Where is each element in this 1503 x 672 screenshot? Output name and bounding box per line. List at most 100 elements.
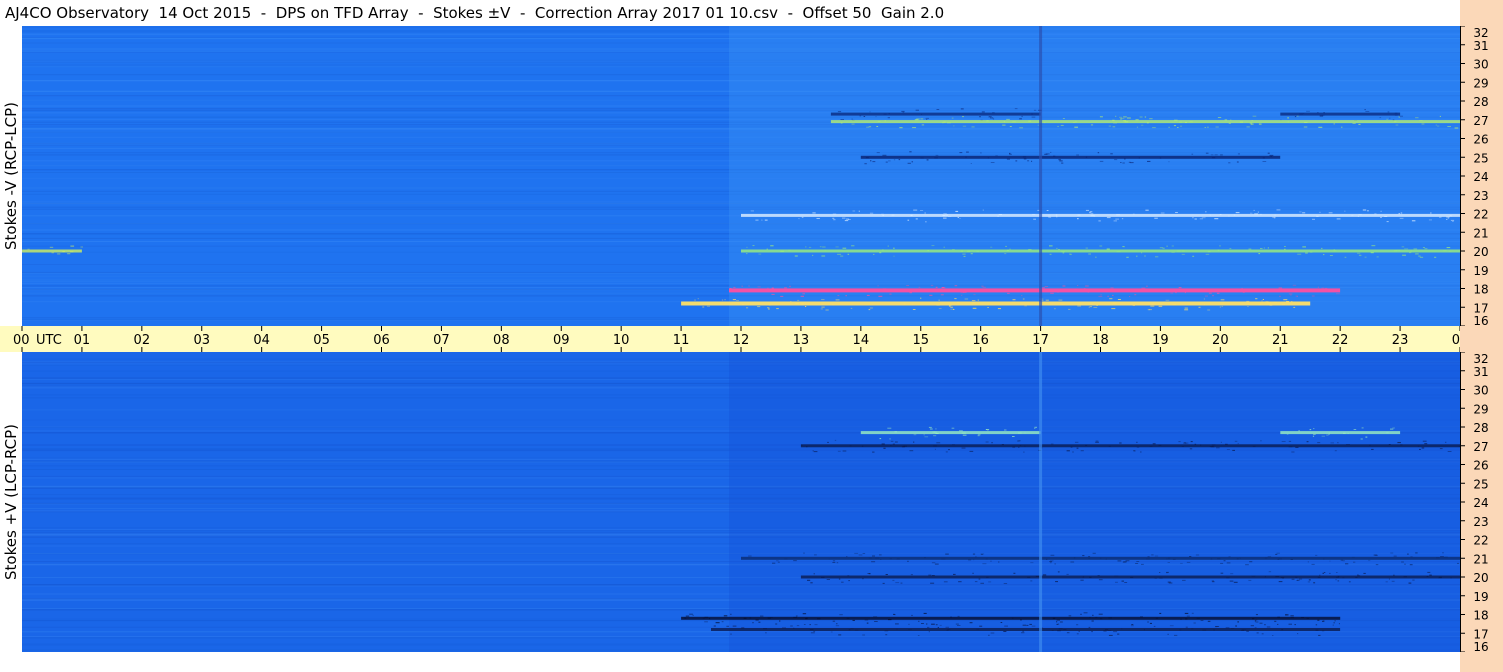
emission-speckle xyxy=(1115,581,1118,583)
emission-speckle xyxy=(1321,435,1325,437)
emission-speckle xyxy=(1315,554,1318,556)
emission-speckle xyxy=(1436,557,1440,559)
emission-speckle xyxy=(1278,287,1283,289)
emission-speckle xyxy=(1013,572,1016,574)
emission-speckle xyxy=(813,630,816,632)
emission-speckle xyxy=(1074,289,1077,290)
emission-speckle xyxy=(930,284,934,286)
emission-speckle xyxy=(1052,617,1056,619)
emission-speckle xyxy=(909,291,911,293)
emission-speckle xyxy=(1291,451,1295,453)
emission-speckle xyxy=(1194,443,1197,445)
emission-speckle xyxy=(838,578,841,580)
emission-speckle xyxy=(911,161,913,163)
emission-speckle xyxy=(1057,125,1059,127)
utc-time-axis: 00 01 02 03 04 05 06 07 08 09 10 11 12 13 14 15 16 17 18 19… xyxy=(0,326,1503,352)
emission-speckle xyxy=(869,111,871,113)
emission-speckle xyxy=(1143,629,1145,631)
emission-speckle xyxy=(1140,616,1143,618)
emission-speckle xyxy=(1108,125,1112,127)
emission-speckle xyxy=(1404,248,1409,250)
emission-speckle xyxy=(926,119,928,120)
emission-speckle xyxy=(1060,124,1064,126)
emission-speckle xyxy=(1093,215,1096,217)
emission-speckle xyxy=(1333,123,1335,125)
emission-speckle xyxy=(840,122,843,124)
emission-speckle xyxy=(821,306,825,308)
emission-speckle xyxy=(968,559,972,561)
emission-speckle xyxy=(1042,574,1047,576)
emission-speckle xyxy=(768,304,771,306)
emission-speckle xyxy=(980,152,982,154)
emission-speckle xyxy=(866,622,869,624)
emission-speckle xyxy=(752,622,754,624)
emission-speckle xyxy=(1213,629,1215,631)
utc-tick-label: 17 xyxy=(1032,333,1049,348)
emission-speckle xyxy=(1426,576,1429,577)
emission-speckle xyxy=(1172,304,1177,306)
emission-speckle xyxy=(1110,153,1113,155)
emission-speckle xyxy=(842,217,846,219)
emission-speckle xyxy=(1050,292,1054,294)
frequency-tick-label: 16 xyxy=(1473,640,1488,652)
emission-speckle xyxy=(817,618,821,620)
frequency-tick-label: 31 xyxy=(1473,39,1488,53)
emission-speckle xyxy=(925,221,927,223)
emission-speckle xyxy=(1357,574,1359,576)
emission-speckle xyxy=(937,627,939,628)
emission-speckle xyxy=(844,220,849,222)
emission-speckle xyxy=(1435,124,1438,126)
emission-speckle xyxy=(789,285,791,287)
emission-speckle xyxy=(1077,214,1081,216)
emission-speckle xyxy=(1031,113,1033,115)
emission-speckle xyxy=(1085,156,1088,158)
frequency-tick-label: 19 xyxy=(1473,264,1488,278)
emission-speckle xyxy=(1264,576,1266,578)
emission-speckle xyxy=(1388,578,1390,580)
emission-speckle xyxy=(1220,299,1225,301)
emission-speckle xyxy=(1313,582,1316,584)
emission-speckle xyxy=(1374,213,1377,215)
emission-speckle xyxy=(1050,554,1055,556)
emission-speckle xyxy=(1022,630,1025,632)
emission-speckle xyxy=(1148,309,1152,311)
emission-speckle xyxy=(1419,448,1421,450)
emission-speckle xyxy=(962,434,967,436)
emission-speckle xyxy=(1255,298,1258,300)
emission-speckle xyxy=(1241,287,1243,289)
emission-speckle xyxy=(852,210,856,212)
emission-speckle xyxy=(1336,572,1338,573)
emission-speckle xyxy=(1263,247,1265,249)
emission-speckle xyxy=(825,309,829,311)
chart-title: AJ4CO Observatory 14 Oct 2015 - DPS on T… xyxy=(0,0,1460,26)
emission-speckle xyxy=(909,151,912,153)
emission-speckle xyxy=(837,295,840,297)
emission-speckle xyxy=(1184,307,1188,309)
emission-speckle xyxy=(1232,449,1235,451)
emission-speckle xyxy=(845,295,847,297)
emission-speckle xyxy=(1206,126,1209,128)
emission-speckle xyxy=(1303,113,1305,114)
emission-speckle xyxy=(1082,576,1085,578)
emission-speckle xyxy=(1182,579,1186,581)
emission-speckle xyxy=(1200,444,1202,446)
emission-speckle xyxy=(1324,287,1328,289)
emission-speckle xyxy=(1106,217,1111,219)
emission-speckle xyxy=(1419,256,1424,258)
emission-speckle xyxy=(1167,633,1169,635)
emission-speckle xyxy=(973,294,976,296)
emission-speckle xyxy=(835,625,840,627)
emission-speckle xyxy=(1210,558,1213,560)
emission-speckle xyxy=(872,555,875,557)
emission-speckle xyxy=(1409,252,1412,254)
emission-speckle xyxy=(1030,562,1034,564)
emission-speckle xyxy=(1135,119,1139,121)
frequency-tick-label: 20 xyxy=(1473,571,1488,585)
emission-speckle xyxy=(1152,303,1157,305)
emission-speckle xyxy=(1150,305,1155,307)
emission-speckle xyxy=(1159,612,1162,614)
emission-speckle xyxy=(942,215,945,216)
frequency-tick-label: 17 xyxy=(1473,627,1488,641)
emission-speckle xyxy=(1095,441,1099,443)
emission-speckle xyxy=(923,434,925,436)
